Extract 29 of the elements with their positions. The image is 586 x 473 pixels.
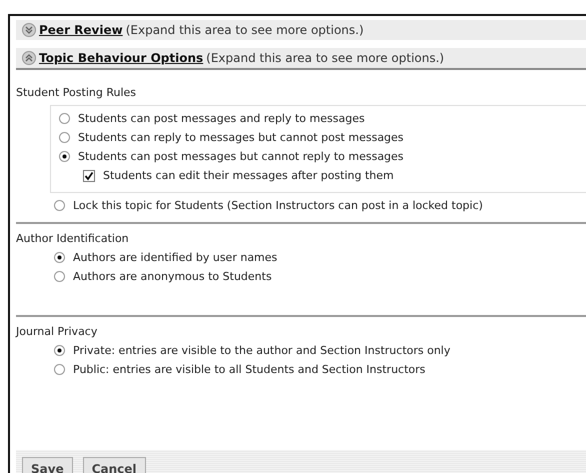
option-label: Authors are anonymous to Students <box>73 270 272 283</box>
section-hint: (Expand this area to see more options.) <box>126 23 364 37</box>
section-hint: (Expand this area to see more options.) <box>206 51 444 65</box>
radio-button[interactable] <box>54 364 65 375</box>
radio-button[interactable] <box>54 271 65 282</box>
cancel-button[interactable]: Cancel <box>82 457 146 473</box>
group-title: Journal Privacy <box>14 325 98 338</box>
section-link[interactable]: Topic Behaviour Options <box>39 51 204 65</box>
radio-button[interactable] <box>54 252 65 263</box>
option-label: Students can post messages but cannot reply to messages <box>78 150 404 163</box>
collapse-icon[interactable] <box>22 51 36 65</box>
save-button[interactable]: Save <box>22 457 73 473</box>
option-label: Lock this topic for Students (Section Instructors can post in a locked topic) <box>73 199 483 212</box>
checkbox[interactable] <box>83 170 95 182</box>
expand-icon[interactable] <box>22 23 36 37</box>
group-title: Student Posting Rules <box>15 86 137 99</box>
option-label: Students can reply to messages but cannot post messages <box>78 131 404 144</box>
group-title: Author Identification <box>15 232 130 245</box>
checkbox-label: Students can edit their messages after posting them <box>103 169 394 182</box>
option-label: Public: entries are visible to all Students and Section Instructors <box>73 363 426 376</box>
option-label: Private: entries are visible to the author and Section Instructors only <box>73 344 450 357</box>
radio-button[interactable] <box>54 200 65 211</box>
option-label: Students can post messages and reply to messages <box>78 112 365 125</box>
radio-button[interactable] <box>59 113 70 124</box>
radio-button[interactable] <box>54 345 65 356</box>
option-label: Authors are identified by user names <box>73 251 278 264</box>
radio-button[interactable] <box>59 132 70 143</box>
section-link[interactable]: Peer Review <box>39 23 123 37</box>
radio-button[interactable] <box>59 151 70 162</box>
